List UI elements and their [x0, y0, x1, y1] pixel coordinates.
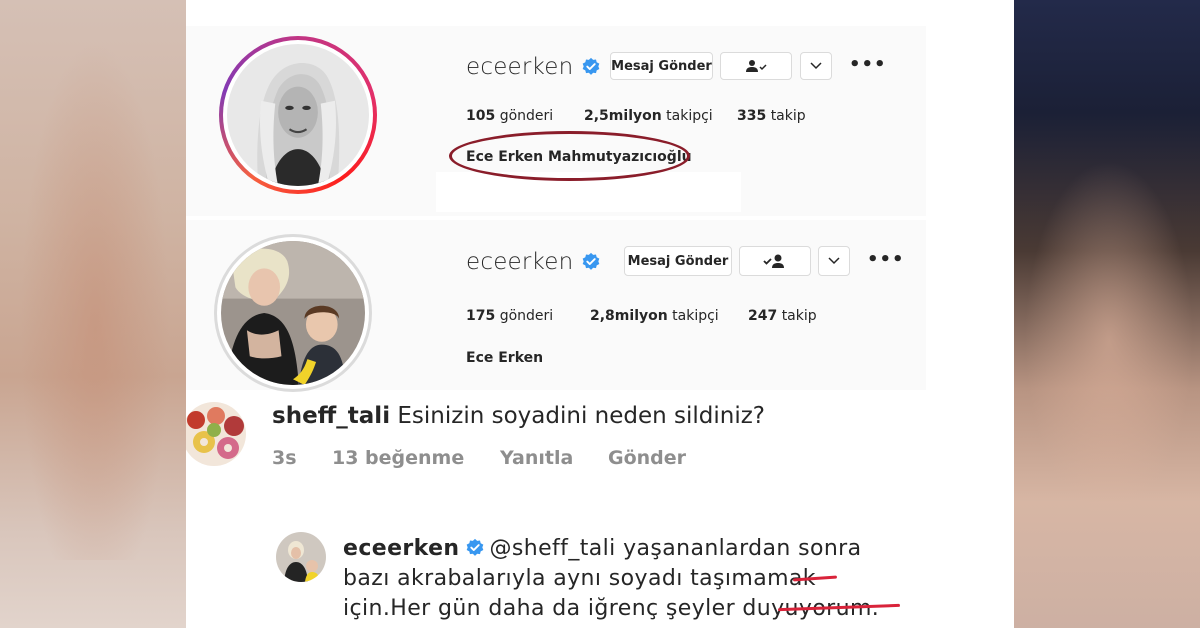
suggestions-dropdown-old[interactable] [800, 52, 832, 80]
reply-line-1: eceerken @sheff_tali yaşananlardan sonra [343, 534, 953, 564]
verified-badge-icon [581, 57, 601, 77]
reply-line-2: bazı akrabalarıyla aynı soyadı taşımamak [343, 566, 816, 591]
blurred-background-right [1014, 0, 1200, 628]
more-options-icon[interactable]: ••• [849, 54, 887, 75]
verified-badge-icon [465, 538, 485, 558]
profile-username-old[interactable]: eceerken [466, 54, 601, 80]
message-button-old[interactable]: Mesaj Gönder [610, 52, 713, 80]
send-button[interactable]: Gönder [608, 447, 686, 469]
username-text: eceerken [466, 249, 574, 275]
following-stat-new[interactable]: 247 takip [748, 308, 817, 324]
reply-mention[interactable]: @sheff_tali [489, 536, 615, 561]
commenter-avatar[interactable] [186, 402, 246, 466]
full-name-new: Ece Erken [466, 350, 544, 366]
following-person-icon [763, 254, 784, 268]
username-text: eceerken [466, 54, 574, 80]
reply-author-avatar[interactable] [276, 532, 326, 582]
comment-body: sheff_tali Esinizin soyadini neden sildi… [272, 402, 765, 430]
comment-likes[interactable]: 13 beğenme [332, 447, 464, 469]
message-button-new[interactable]: Mesaj Gönder [624, 246, 732, 276]
following-button-old[interactable] [720, 52, 792, 80]
suggestions-dropdown-new[interactable] [818, 246, 850, 276]
comment-time: 3s [272, 447, 297, 469]
screenshot-collage: eceerken Mesaj Gönder ••• 105 gönderi 2,… [186, 0, 1014, 628]
profile-photo-bw [227, 44, 369, 186]
donuts-photo [186, 402, 246, 466]
chevron-down-icon [810, 62, 822, 70]
profile-photo-color [221, 241, 365, 385]
profile-avatar-old[interactable] [219, 36, 377, 194]
posts-stat-new: 175 gönderi [466, 308, 554, 324]
following-button-new[interactable] [739, 246, 811, 276]
blurred-background-left [0, 0, 186, 628]
verified-badge-icon [581, 252, 601, 272]
following-stat-old[interactable]: 335 takip [737, 108, 806, 124]
reply-line-3: için.Her gün daha da iğrenç şeyler duyuy… [343, 596, 880, 621]
reply-body: eceerken @sheff_tali yaşananlardan sonra … [343, 534, 953, 624]
author-photo [276, 532, 326, 582]
profile-avatar-new[interactable] [214, 234, 372, 392]
more-options-icon[interactable]: ••• [867, 249, 905, 270]
chevron-down-icon [828, 257, 840, 265]
comment-username[interactable]: sheff_tali [272, 403, 390, 429]
following-person-icon [746, 60, 767, 72]
profile-username-new[interactable]: eceerken [466, 249, 601, 275]
followers-stat-old[interactable]: 2,5milyon takipçi [584, 108, 713, 124]
reply-text-1: yaşananlardan sonra [623, 536, 862, 561]
reply-button[interactable]: Yanıtla [500, 447, 573, 469]
comment-text: Esinizin soyadini neden sildiniz? [397, 403, 766, 429]
highlight-circle [449, 131, 690, 181]
reply-username[interactable]: eceerken [343, 536, 459, 561]
posts-stat-old: 105 gönderi [466, 108, 554, 124]
followers-stat-new[interactable]: 2,8milyon takipçi [590, 308, 719, 324]
